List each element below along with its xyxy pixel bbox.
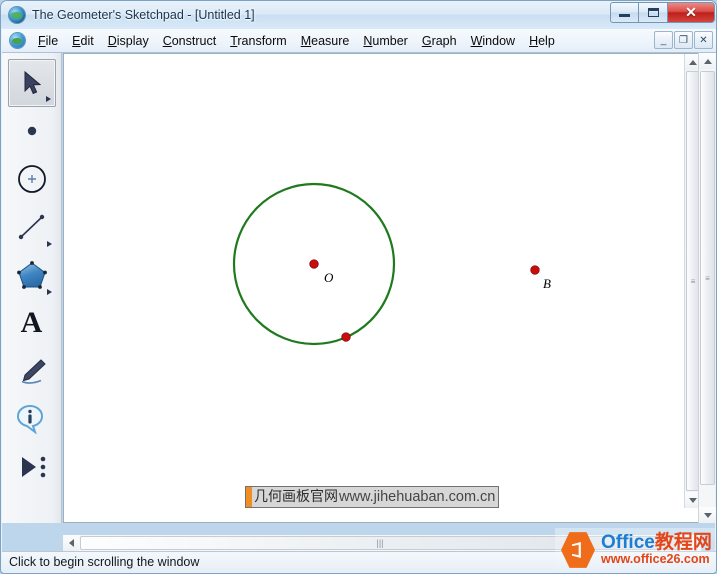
menu-item-construct[interactable]: Construct — [156, 32, 224, 50]
point-label-B[interactable]: B — [543, 276, 551, 292]
mdi-minimize-button[interactable]: _ — [654, 31, 673, 49]
menu-item-edit[interactable]: Edit — [65, 32, 101, 50]
watermark-url-text: www.jihehuaban.com.cn — [339, 489, 496, 505]
app-scroll-down-button[interactable] — [699, 507, 716, 523]
chevron-down-icon — [703, 512, 712, 518]
chevron-down-icon — [689, 497, 697, 503]
text-tool[interactable]: A — [8, 299, 56, 347]
arrow-cursor-icon — [24, 70, 41, 95]
restore-icon: ❐ — [679, 34, 688, 46]
circle-compass-icon — [17, 165, 46, 193]
menu-item-graph[interactable]: Graph — [415, 32, 464, 50]
menu-item-help[interactable]: Help — [522, 32, 562, 50]
pencil-marker-icon — [21, 359, 46, 384]
custom-tool[interactable] — [8, 443, 56, 491]
menu-item-measure[interactable]: Measure — [294, 32, 357, 50]
maximize-button[interactable] — [639, 2, 668, 23]
compass-circle-tool[interactable] — [8, 155, 56, 203]
mdi-window-controls: _ ❐ ✕ — [653, 31, 713, 49]
polygon-tool[interactable] — [8, 251, 56, 299]
play-menu-icon — [21, 456, 45, 478]
radius-point[interactable] — [341, 332, 351, 342]
menu-item-window[interactable]: Window — [464, 32, 522, 50]
tool-flyout-arrow-icon[interactable] — [45, 96, 51, 102]
close-icon: ✕ — [685, 4, 697, 20]
application-window: The Geometer's Sketchpad - [Untitled 1] … — [0, 0, 717, 574]
window-title: The Geometer's Sketchpad - [Untitled 1] — [32, 8, 255, 22]
status-message: Click to begin scrolling the window — [9, 555, 200, 569]
chevron-left-icon — [68, 539, 74, 547]
chevron-up-icon — [703, 58, 712, 64]
menu-item-transform[interactable]: Transform — [223, 32, 294, 50]
app-horizontal-scrollbar[interactable]: ||| — [63, 535, 701, 551]
menu-item-display[interactable]: Display — [101, 32, 156, 50]
app-globe-icon — [9, 7, 25, 23]
menu-bar: File Edit Display Construct Transform Me… — [2, 29, 716, 53]
app-vertical-scrollbar[interactable]: ≡ — [698, 53, 716, 523]
center-watermark: 几何画板官网 www.jihehuaban.com.cn — [245, 486, 500, 508]
app-vertical-scroll-thumb[interactable]: ≡ — [700, 71, 715, 485]
maximize-icon — [647, 8, 659, 17]
information-tool[interactable] — [8, 395, 56, 443]
grip-icon: ≡ — [705, 273, 710, 283]
straightedge-tool[interactable] — [8, 203, 56, 251]
letter-a-icon: A — [20, 306, 43, 339]
status-bar: Click to begin scrolling the window — [2, 551, 716, 572]
point-label-O[interactable]: O — [324, 270, 333, 286]
free-point-B[interactable] — [530, 265, 540, 275]
point-dot-icon — [27, 126, 36, 136]
mdi-restore-button[interactable]: ❐ — [674, 31, 693, 49]
line-segment-icon — [18, 214, 44, 240]
watermark-cn-text: 几何画板官网 — [254, 489, 338, 505]
app-horizontal-scroll-thumb[interactable]: ||| — [80, 536, 680, 550]
center-point-O[interactable] — [309, 259, 319, 269]
info-bubble-icon — [16, 405, 43, 434]
app-scroll-left-button[interactable] — [63, 535, 79, 551]
arrow-select-tool[interactable] — [7, 59, 56, 107]
minimize-icon — [619, 14, 630, 17]
marker-tool[interactable] — [8, 347, 56, 395]
geometry-figure — [232, 182, 540, 346]
app-scroll-up-button[interactable] — [699, 53, 716, 69]
window-controls: ✕ — [610, 2, 715, 23]
sketch-canvas[interactable]: O B 几何画板官网 www.jihehuaban.com.cn — [64, 54, 686, 508]
tool-flyout-arrow-icon[interactable] — [46, 289, 52, 295]
close-icon: ✕ — [699, 34, 708, 46]
menu-item-number[interactable]: Number — [356, 32, 414, 50]
document-globe-icon[interactable] — [10, 33, 25, 48]
close-button[interactable]: ✕ — [668, 2, 715, 23]
mdi-close-button[interactable]: ✕ — [694, 31, 713, 49]
tool-flyout-arrow-icon[interactable] — [46, 241, 52, 247]
grip-icon: ||| — [376, 538, 384, 548]
minimize-icon: _ — [660, 34, 667, 46]
pentagon-icon — [16, 261, 47, 289]
chevron-up-icon — [689, 59, 697, 65]
grip-icon: ≡ — [690, 276, 696, 286]
title-bar[interactable]: The Geometer's Sketchpad - [Untitled 1] … — [1, 1, 716, 29]
minimize-button[interactable] — [610, 2, 639, 23]
point-tool[interactable] — [8, 107, 56, 155]
menu-item-file[interactable]: File — [31, 32, 65, 50]
sketch-document-window: O B 几何画板官网 www.jihehuaban.com.cn ≡ — [63, 53, 701, 523]
tool-palette: A — [2, 53, 62, 523]
